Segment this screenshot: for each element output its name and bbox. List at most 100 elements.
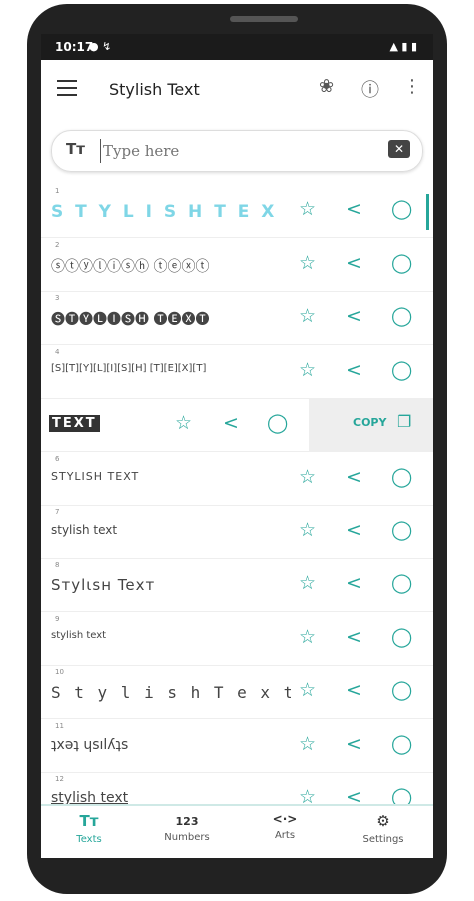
item-number: 11 [55,722,64,730]
list-item[interactable]: 11 ʇxǝʇ ɥsılʎʇs ☆ < ◯ [41,719,433,773]
favorite-icon[interactable]: ☆ [299,786,316,804]
styled-text: S T Y L I S H T E X [51,202,278,222]
whatsapp-icon[interactable]: ◯ [391,626,412,648]
share-icon[interactable]: < [346,359,362,381]
styled-text: stylish text [51,790,129,804]
styled-text: stylish text [51,630,107,641]
more-options-icon[interactable]: ⋮ [403,76,421,97]
favorite-icon[interactable]: ☆ [299,466,316,488]
status-bar: 10:17 ● ↯ ▲ ▮ ▮ [41,34,433,60]
bottom-navigation: Tт Texts 123 Numbers <·> Arts ⚙ Settings [41,804,433,858]
styled-text: STYLISH TEXT [51,470,140,483]
share-icon[interactable]: < [346,679,362,701]
list-item[interactable]: 12 stylish text ☆ < ◯ [41,772,433,804]
copy-icon: ❐ [397,412,412,431]
texts-icon: Tт [79,812,99,830]
search-bar: Tт ✕ [51,130,423,172]
list-item[interactable]: 4 [S][T][Y][L][I][S][H] [T][E][X][T] ☆ <… [41,345,433,399]
favorite-icon[interactable]: ☆ [299,359,316,381]
system-icons: ▲ ▮ ▮ [389,40,417,53]
app-title: Stylish Text [109,80,200,99]
whatsapp-icon[interactable]: ◯ [391,786,412,804]
styled-text: TEXT [49,415,100,432]
whatsapp-icon[interactable]: ◯ [391,679,412,701]
item-number: 12 [55,775,64,783]
list-item[interactable]: 1 S T Y L I S H T E X ☆ < ◯ [41,184,433,238]
notification-icons: ● ↯ [89,40,112,53]
scrollbar[interactable] [426,194,429,230]
list-item[interactable]: 3 🅢🅣🅨🅛🅘🅢🅗 🅣🅔🅧🅣 ☆ < ◯ [41,291,433,345]
status-time: 10:17 [55,40,94,54]
whatsapp-icon[interactable]: ◯ [391,198,412,220]
nav-label: Settings [362,834,404,845]
whatsapp-icon[interactable]: ◯ [391,305,412,327]
favorite-icon[interactable]: ☆ [299,198,316,220]
nav-texts[interactable]: Tт Texts [49,812,129,845]
styled-text: ⓢⓣⓨⓛⓘⓢⓗ ⓣⓔⓧⓣ [51,259,210,275]
help-icon[interactable]: ⓘ [361,76,379,102]
whatsapp-icon[interactable]: ◯ [391,466,412,488]
nav-numbers[interactable]: 123 Numbers [147,812,227,843]
whatsapp-icon[interactable]: ◯ [391,359,412,381]
text-format-icon: Tт [66,140,85,158]
share-icon[interactable]: < [223,412,239,434]
list-item[interactable]: 8 Sтylιsн Teхт ☆ < ◯ [41,558,433,612]
clear-icon[interactable]: ✕ [388,140,410,158]
share-icon[interactable]: < [346,733,362,755]
styled-text: [S][T][Y][L][I][S][H] [T][E][X][T] [51,363,207,374]
copy-label: COPY [353,416,387,429]
item-number: 10 [55,668,64,676]
item-number: 3 [55,294,60,302]
item-number: 9 [55,615,60,623]
list-item[interactable]: 9 stylish text ☆ < ◯ [41,612,433,666]
list-item[interactable]: 6 STYLISH TEXT ☆ < ◯ [41,452,433,506]
share-icon[interactable]: < [346,198,362,220]
favorite-icon[interactable]: ☆ [299,519,316,541]
menu-icon[interactable] [57,80,77,96]
item-number: 1 [55,187,60,195]
share-icon[interactable]: < [346,519,362,541]
styled-text: S t y l i s h T e x t [51,683,291,702]
whatsapp-icon[interactable]: ◯ [267,412,288,434]
item-number: 6 [55,455,60,463]
bug-icon[interactable]: ❀ [319,76,334,97]
favorite-icon[interactable]: ☆ [299,305,316,327]
styles-list: 1 S T Y L I S H T E X ☆ < ◯ 2 ⓢⓣⓨⓛⓘⓢⓗ ⓣⓔ… [41,184,433,804]
share-icon[interactable]: < [346,626,362,648]
nav-arts[interactable]: <·> Arts [245,812,325,841]
app-bar: Stylish Text ❀ ⓘ ⋮ [41,60,433,118]
nav-settings[interactable]: ⚙ Settings [343,812,423,845]
settings-icon: ⚙ [376,812,390,830]
favorite-icon[interactable]: ☆ [299,733,316,755]
nav-label: Numbers [164,832,210,843]
item-number: 2 [55,241,60,249]
share-icon[interactable]: < [346,466,362,488]
item-number: 8 [55,561,60,569]
favorite-icon[interactable]: ☆ [299,626,316,648]
numbers-icon: 123 [175,815,199,828]
list-item-swiped[interactable]: TEXT ☆ < ◯ COPY ❐ [41,398,433,452]
nav-label: Arts [274,830,296,841]
item-number: 7 [55,508,60,516]
list-item[interactable]: 7 stylish text ☆ < ◯ [41,505,433,559]
favorite-icon[interactable]: ☆ [175,412,192,434]
share-icon[interactable]: < [346,572,362,594]
share-icon[interactable]: < [346,305,362,327]
copy-button[interactable]: COPY ❐ [309,398,433,451]
nav-label: Texts [76,834,102,845]
whatsapp-icon[interactable]: ◯ [391,519,412,541]
item-number: 4 [55,348,60,356]
whatsapp-icon[interactable]: ◯ [391,572,412,594]
share-icon[interactable]: < [346,252,362,274]
list-item[interactable]: 10 S t y l i s h T e x t ☆ < ◯ [41,665,433,719]
phone-speaker [230,16,298,22]
text-input[interactable] [100,139,385,163]
styled-text: Sтylιsн Teхт [51,576,156,594]
favorite-icon[interactable]: ☆ [299,572,316,594]
favorite-icon[interactable]: ☆ [299,679,316,701]
share-icon[interactable]: < [346,786,362,804]
list-item[interactable]: 2 ⓢⓣⓨⓛⓘⓢⓗ ⓣⓔⓧⓣ ☆ < ◯ [41,238,433,292]
whatsapp-icon[interactable]: ◯ [391,252,412,274]
whatsapp-icon[interactable]: ◯ [391,733,412,755]
favorite-icon[interactable]: ☆ [299,252,316,274]
